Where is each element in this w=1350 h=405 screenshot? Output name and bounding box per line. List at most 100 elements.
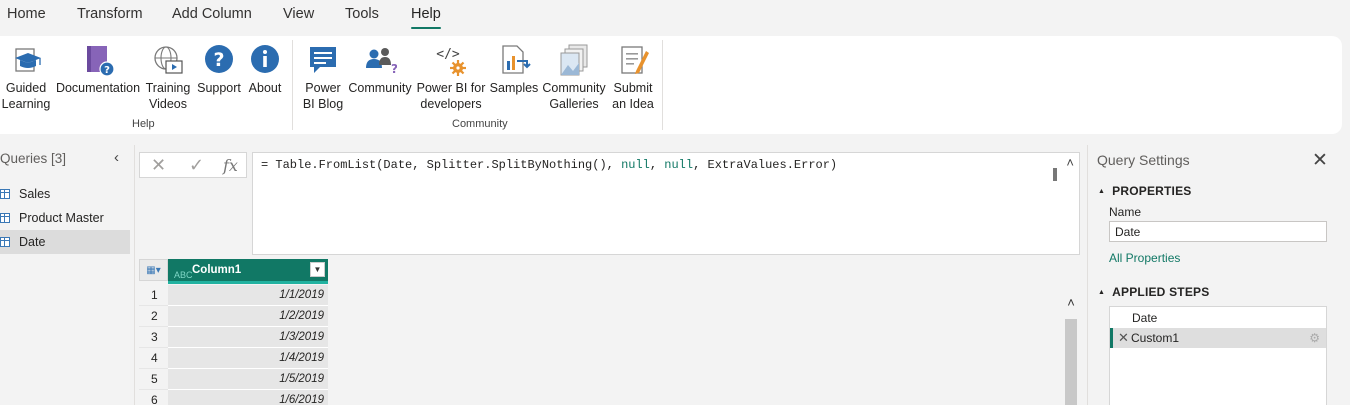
guided-learning-button[interactable]: Guided Learning [1, 42, 51, 112]
help-group-label: Help [132, 118, 155, 130]
query-settings-title: Query Settings [1097, 152, 1190, 168]
power-bi-blog-label: Power BI Blog [302, 81, 344, 111]
column-quality-bar [168, 281, 328, 284]
ribbon-tabs: Home Transform Add Column View Tools Hel… [0, 0, 1350, 34]
collapse-pane-chevron-icon[interactable]: ‹ [114, 149, 128, 166]
formula-keyword: null [621, 158, 650, 172]
grid-scrollbar[interactable]: ˄ [1063, 295, 1079, 405]
samples-button[interactable]: Samples [489, 42, 539, 96]
table-cell[interactable]: 1/5/2019 [168, 369, 328, 390]
queries-title: Queries [3] [0, 151, 67, 166]
community-label: Community [348, 81, 412, 95]
group-divider [292, 40, 293, 130]
power-bi-developers-button[interactable]: </> Power BI for developers [416, 42, 486, 112]
community-icon: ? [362, 42, 398, 78]
step-label: Custom1 [1131, 331, 1180, 345]
guided-learning-label: Guided Learning [1, 81, 51, 111]
formula-part: , [649, 158, 665, 172]
community-galleries-button[interactable]: Community Galleries [541, 42, 607, 112]
step-settings-gear-icon[interactable]: ⚙ [1309, 328, 1320, 348]
about-icon [247, 42, 283, 78]
table-icon [0, 237, 10, 247]
tab-home[interactable]: Home [7, 6, 46, 30]
close-icon[interactable]: ✕ [1312, 149, 1328, 172]
table-row: 3 1/3/2019 [139, 327, 329, 348]
power-bi-blog-button[interactable]: Power BI Blog [300, 42, 346, 112]
submit-idea-label: Submit an Idea [612, 81, 654, 111]
queries-pane: Queries [3] ‹ Sales Product Master Date [0, 145, 132, 405]
documentation-button[interactable]: ? Documentation [55, 42, 141, 96]
about-button[interactable]: About [243, 42, 287, 96]
formula-part: , ExtraValues.Error) [693, 158, 838, 172]
applied-steps-list: Date ✕ Custom1 ⚙ [1109, 306, 1327, 405]
about-label: About [248, 81, 282, 95]
properties-section-header[interactable]: PROPERTIES [1098, 184, 1192, 198]
formula-scrollbar[interactable] [1053, 168, 1057, 181]
step-item-date[interactable]: Date [1110, 308, 1326, 328]
pane-divider [134, 145, 135, 405]
formula-buttons: ✕ ✓ fx [139, 152, 247, 178]
name-label: Name [1109, 205, 1142, 219]
submit-idea-button[interactable]: Submit an Idea [610, 42, 656, 112]
table-cell[interactable]: 1/1/2019 [168, 285, 328, 306]
samples-label: Samples [489, 81, 539, 95]
samples-icon [496, 42, 532, 78]
table-icon [0, 213, 10, 223]
tab-help[interactable]: Help [411, 6, 441, 30]
formula-editor[interactable]: = Table.FromList(Date, Splitter.SplitByN… [252, 152, 1080, 255]
query-item-product-master[interactable]: Product Master [0, 206, 130, 230]
query-settings-pane: Query Settings ✕ PROPERTIES Name All Pro… [1087, 145, 1350, 405]
query-name-input[interactable] [1109, 221, 1327, 242]
fx-icon[interactable]: fx [223, 156, 238, 175]
tab-transform[interactable]: Transform [77, 6, 143, 30]
commit-formula-icon[interactable]: ✓ [189, 155, 204, 176]
row-number: 3 [139, 327, 168, 348]
formula-text[interactable]: = Table.FromList(Date, Splitter.SplitByN… [261, 158, 837, 172]
column-header-column1[interactable]: ABC Column1 ▼ [168, 259, 328, 281]
documentation-label: Documentation [55, 81, 141, 95]
galleries-icon [556, 42, 592, 78]
table-icon [0, 189, 10, 199]
support-icon: ? [201, 42, 237, 78]
table-row: 6 1/6/2019 [139, 390, 329, 405]
table-row: 5 1/5/2019 [139, 369, 329, 390]
query-item-date[interactable]: Date [0, 230, 130, 254]
power-bi-developers-label: Power BI for developers [416, 81, 486, 111]
collapse-formula-chevron-icon[interactable]: ˄ [1066, 155, 1074, 170]
community-group-label: Community [452, 118, 508, 130]
delete-step-icon[interactable]: ✕ [1118, 328, 1129, 348]
table-menu-icon[interactable]: ▦▾ [139, 259, 168, 281]
query-label: Sales [19, 187, 51, 201]
tab-add-column[interactable]: Add Column [172, 6, 252, 30]
scroll-up-chevron-icon[interactable]: ˄ [1063, 295, 1079, 311]
table-row: 1 1/1/2019 [139, 285, 329, 306]
scrollbar-thumb[interactable] [1065, 319, 1077, 405]
ribbon: Guided Learning ? Documentation Training… [0, 36, 1342, 134]
column-header-label: Column1 [192, 264, 242, 276]
support-label: Support [197, 81, 241, 95]
table-row: 2 1/2/2019 [139, 306, 329, 327]
community-button[interactable]: ? Community [348, 42, 412, 96]
table-cell[interactable]: 1/4/2019 [168, 348, 328, 369]
cancel-formula-icon[interactable]: ✕ [151, 155, 166, 176]
training-videos-icon [150, 42, 186, 78]
table-cell[interactable]: 1/6/2019 [168, 390, 328, 405]
tab-view[interactable]: View [283, 6, 314, 30]
row-number: 2 [139, 306, 168, 327]
query-label: Date [19, 235, 46, 249]
query-item-sales[interactable]: Sales [0, 182, 130, 206]
row-number: 4 [139, 348, 168, 369]
formula-part: = Table.FromList(Date, Splitter.SplitByN… [261, 158, 622, 172]
column-filter-dropdown-icon[interactable]: ▼ [310, 262, 325, 277]
all-properties-link[interactable]: All Properties [1109, 251, 1180, 265]
community-galleries-label: Community Galleries [542, 81, 606, 111]
step-item-custom1[interactable]: ✕ Custom1 ⚙ [1110, 328, 1326, 348]
training-videos-button[interactable]: Training Videos [145, 42, 191, 112]
tab-tools[interactable]: Tools [345, 6, 379, 30]
grid-header: ▦▾ ABC Column1 ▼ [139, 259, 329, 284]
table-cell[interactable]: 1/2/2019 [168, 306, 328, 327]
training-videos-label: Training Videos [145, 81, 191, 111]
applied-steps-section-header[interactable]: APPLIED STEPS [1098, 285, 1209, 299]
table-cell[interactable]: 1/3/2019 [168, 327, 328, 348]
support-button[interactable]: ? Support [196, 42, 242, 96]
